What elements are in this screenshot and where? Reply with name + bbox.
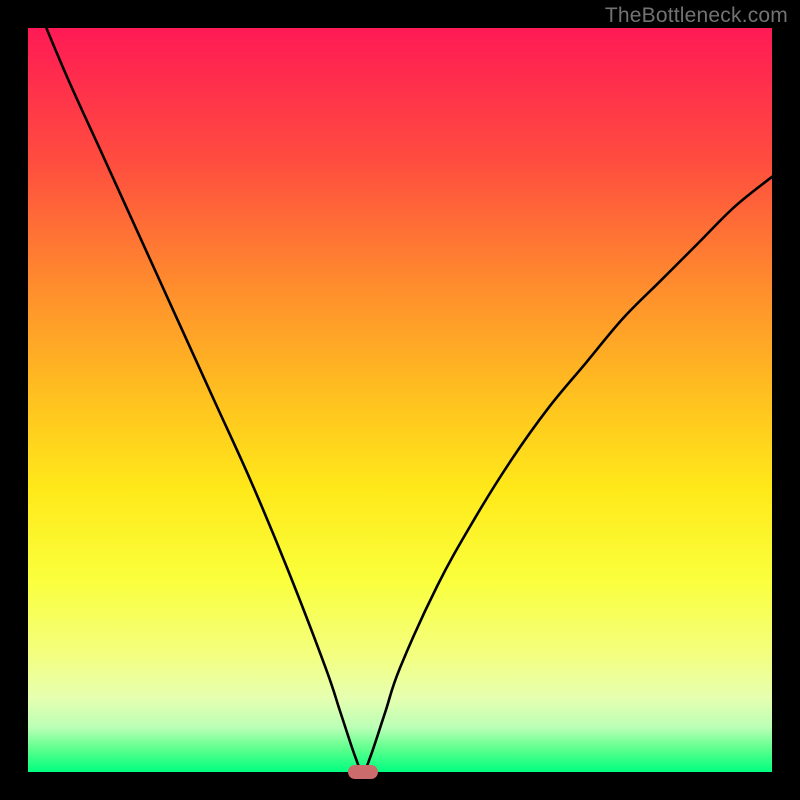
curve-path xyxy=(28,0,772,772)
bottleneck-curve xyxy=(28,28,772,772)
chart-frame: TheBottleneck.com xyxy=(0,0,800,800)
watermark-text: TheBottleneck.com xyxy=(605,4,788,28)
minimum-marker xyxy=(348,765,378,779)
plot-area xyxy=(28,28,772,772)
